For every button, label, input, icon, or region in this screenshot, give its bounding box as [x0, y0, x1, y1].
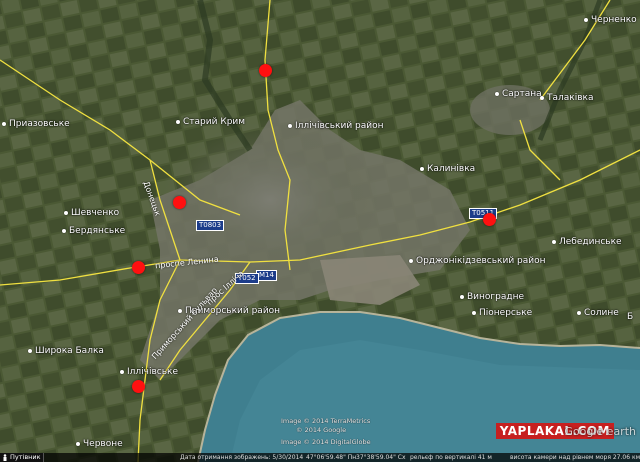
imagery-date: Дата отримання зображень: 5/30/2014: [180, 454, 304, 461]
place-dot-icon: [76, 442, 80, 446]
place-label: Іллічівське: [127, 367, 179, 377]
place-dot-icon: [460, 295, 464, 299]
place-label: Талаківка: [547, 93, 594, 103]
credit-terrametrics: Image © 2014 TerraMetrics: [281, 417, 371, 425]
place-label: Солине: [584, 308, 619, 318]
place-pryazovske[interactable]: Приазовське: [2, 119, 70, 129]
place-illichivske[interactable]: Іллічівське: [120, 367, 178, 377]
place-dot-icon: [176, 120, 180, 124]
eye-altitude-readout: висота камери над рівнем моря 27.06 км: [510, 454, 640, 461]
red-marker-west[interactable]: [132, 261, 145, 274]
place-label: Червоне: [83, 439, 123, 449]
place-shyroka-balka[interactable]: Широка Балка: [28, 346, 104, 356]
place-label: Орджонікідзевський район: [416, 256, 546, 266]
place-label: Приазовське: [9, 119, 70, 129]
place-label: Б: [627, 312, 634, 322]
place-dot-icon: [577, 311, 581, 315]
place-kalynivka[interactable]: Калинівка: [420, 164, 475, 174]
latitude-readout: 47°06'59.48" Пн: [306, 454, 357, 461]
place-shevchenko[interactable]: Шевченко: [64, 208, 119, 218]
credit-google: © 2014 Google: [296, 426, 347, 434]
place-dot-icon: [552, 240, 556, 244]
place-dot-icon: [584, 18, 588, 22]
place-label: Черненко: [591, 15, 637, 25]
person-icon: [3, 454, 7, 461]
status-bar: Дата отримання зображень: 5/30/2014 47°0…: [0, 453, 640, 462]
place-chervone[interactable]: Червоне: [76, 439, 123, 449]
road-shield-t0803: T0803: [196, 220, 225, 231]
place-dot-icon: [495, 92, 499, 96]
road-shield-m14: M14: [256, 270, 277, 281]
place-dot-icon: [540, 96, 544, 100]
place-dot-icon: [2, 122, 6, 126]
place-edge-b: Б: [627, 312, 633, 322]
place-label: Старий Крим: [183, 117, 246, 127]
place-label: Калинівка: [427, 164, 476, 174]
place-dot-icon: [62, 229, 66, 233]
place-label: Бердянське: [69, 226, 126, 236]
place-pionerske[interactable]: Піонерське: [472, 308, 532, 318]
place-ordzhonikidzevskyi-raion[interactable]: Орджонікідзевський район: [409, 256, 546, 266]
credit-digitalglobe: Image © 2014 DigitalGlobe: [281, 438, 371, 446]
place-label: Іллічівський район: [295, 121, 384, 131]
place-dot-icon: [288, 124, 292, 128]
place-label: Піонерське: [479, 308, 533, 318]
elevation-readout: рельєф по вертикалі 41 м: [410, 454, 492, 461]
place-staryi-krym[interactable]: Старий Крим: [176, 117, 245, 127]
navigator-button[interactable]: Путівник: [0, 453, 44, 462]
place-label: Виноградне: [467, 292, 525, 302]
place-berdianske[interactable]: Бердянське: [62, 226, 125, 236]
red-marker-northwest[interactable]: [173, 196, 186, 209]
place-solyne[interactable]: Солине: [577, 308, 619, 318]
place-dot-icon: [178, 309, 182, 313]
place-dot-icon: [120, 370, 124, 374]
red-marker-north[interactable]: [259, 64, 272, 77]
place-talakivka[interactable]: Талаківка: [540, 93, 593, 103]
place-label: Сартана: [502, 89, 542, 99]
satellite-map[interactable]: Приазовське Старий Крим Іллічівський рай…: [0, 0, 640, 462]
place-dot-icon: [420, 167, 424, 171]
place-dot-icon: [472, 311, 476, 315]
red-marker-east[interactable]: [483, 213, 496, 226]
place-lebedynske[interactable]: Лебединське: [552, 237, 622, 247]
place-label: Шевченко: [71, 208, 120, 218]
place-label: Широка Балка: [35, 346, 104, 356]
place-label: Лебединське: [559, 237, 622, 247]
place-dot-icon: [28, 349, 32, 353]
longitude-readout: 37°38'59.04" Сх: [356, 454, 406, 461]
place-illichivskyi-raion[interactable]: Іллічівський район: [288, 121, 384, 131]
place-chernenko[interactable]: Черненко: [584, 15, 637, 25]
red-marker-southwest[interactable]: [132, 380, 145, 393]
place-vynohradne[interactable]: Виноградне: [460, 292, 524, 302]
navigator-label: Путівник: [10, 453, 41, 461]
place-dot-icon: [409, 259, 413, 263]
google-earth-logo: Google earth: [564, 425, 636, 438]
place-sartana[interactable]: Сартана: [495, 89, 542, 99]
place-dot-icon: [64, 211, 68, 215]
